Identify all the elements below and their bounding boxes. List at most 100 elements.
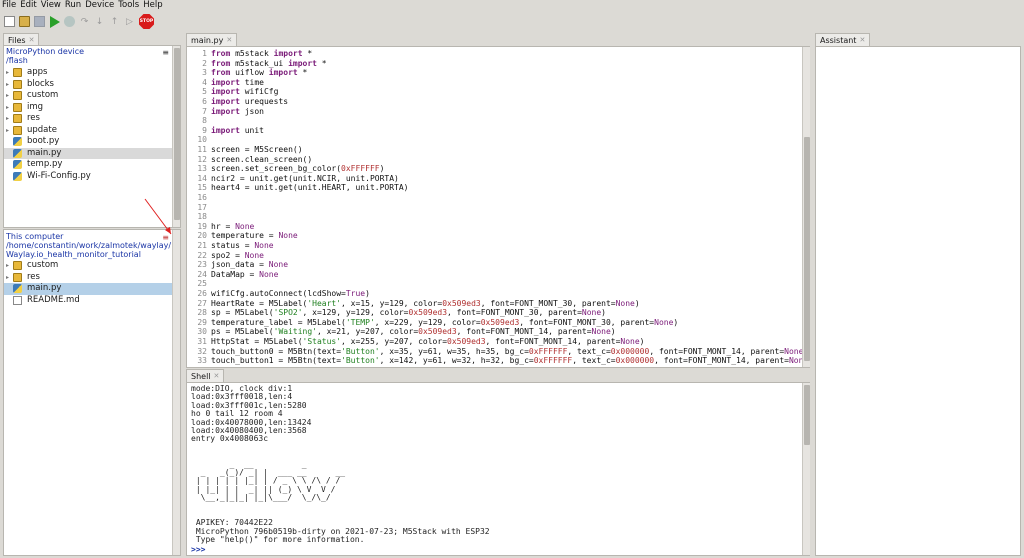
menu-help[interactable]: Help	[143, 0, 162, 11]
folder-icon	[13, 272, 22, 282]
folder-item[interactable]: ▸ custom	[4, 90, 172, 102]
code-line[interactable]: 29 temperature_label = M5Label('TEMP', x=…	[187, 318, 807, 328]
close-icon[interactable]: ✕	[226, 34, 232, 47]
code-line[interactable]: 21 status = None	[187, 241, 807, 251]
code-editor[interactable]: 1 from m5stack import * 2 from m5stack_ui i…	[186, 46, 810, 368]
expand-arrow-icon[interactable]: ▸	[6, 260, 12, 272]
scrollbar-thumb[interactable]	[804, 385, 810, 445]
step-out-icon[interactable]: ↑	[109, 16, 120, 27]
code-line[interactable]: 2 from m5stack_ui import *	[187, 59, 807, 69]
code-line[interactable]: 13 screen.set_screen_bg_color(0xFFFFFF)	[187, 164, 807, 174]
code-line[interactable]: 12 screen.clean_screen()	[187, 155, 807, 165]
file-item[interactable]: main.py	[4, 147, 172, 159]
tab-assistant-label: Assistant	[820, 35, 857, 45]
menu-file[interactable]: File	[2, 0, 16, 11]
menu-edit[interactable]: Edit	[20, 0, 36, 11]
code-line[interactable]: 17	[187, 203, 807, 213]
code-line[interactable]: 30 ps = M5Label('Waiting', x=21, y=207, c…	[187, 327, 807, 337]
editor-scrollbar[interactable]	[802, 47, 810, 367]
expand-arrow-icon[interactable]: ▸	[6, 125, 12, 137]
code-line[interactable]: 24 DataMap = None	[187, 270, 807, 280]
code-line[interactable]: 11 screen = M5Screen()	[187, 145, 807, 155]
code-line[interactable]: 32 touch_button0 = M5Btn(text='Button', x…	[187, 347, 808, 357]
item-label: boot.py	[27, 136, 60, 146]
line-number: 18	[197, 212, 207, 222]
code-line[interactable]: 15 heart4 = unit.get(unit.HEART, unit.POR…	[187, 183, 807, 193]
code-line[interactable]: 18	[187, 212, 807, 222]
folder-item[interactable]: ▸ res	[4, 272, 172, 284]
device-location-label[interactable]: MicroPython device	[6, 47, 172, 56]
code-line[interactable]: 34 touch_button2 = M5Btn(text='Button', x…	[187, 366, 809, 367]
code-line[interactable]: 5 import wifiCfg	[187, 87, 807, 97]
scrollbar-thumb[interactable]	[804, 137, 810, 361]
menu-view[interactable]: View	[41, 0, 61, 11]
scrollbar-thumb[interactable]	[174, 48, 180, 220]
device-path[interactable]: /flash	[6, 56, 172, 65]
code-line[interactable]: 31 HttpStat = M5Label('Status', x=255, y=…	[187, 337, 807, 347]
folder-item[interactable]: ▸ blocks	[4, 79, 172, 91]
tab-shell[interactable]: Shell ✕	[186, 369, 225, 383]
file-item[interactable]: boot.py	[4, 136, 172, 148]
file-item[interactable]: temp.py	[4, 159, 172, 171]
line-number: 26	[197, 289, 207, 298]
code-line[interactable]: 14 ncir2 = unit.get(unit.NCIR, unit.PORTA…	[187, 174, 807, 184]
code-line[interactable]: 4 import time	[187, 78, 807, 88]
expand-arrow-icon[interactable]: ▸	[6, 79, 12, 91]
code-line[interactable]: 3 from uiflow import *	[187, 68, 807, 78]
expand-arrow-icon[interactable]: ▸	[6, 272, 12, 284]
new-file-icon[interactable]	[4, 16, 15, 27]
expand-arrow-icon[interactable]: ▸	[6, 90, 12, 102]
expand-arrow-icon[interactable]: ▸	[6, 67, 12, 79]
code-line[interactable]: 6 import urequests	[187, 97, 807, 107]
code-line[interactable]: 9 import unit	[187, 126, 807, 136]
folder-item[interactable]: ▸ update	[4, 125, 172, 137]
code-line[interactable]: 33 touch_button1 = M5Btn(text='Button', x…	[187, 356, 809, 366]
folder-item[interactable]: ▸ apps	[4, 67, 172, 79]
computer-scrollbar[interactable]	[172, 230, 180, 555]
expand-arrow-icon[interactable]: ▸	[6, 102, 12, 114]
step-into-icon[interactable]: ↓	[94, 16, 105, 27]
code-line[interactable]: 1 from m5stack import *	[187, 49, 807, 59]
shell-scrollbar[interactable]	[802, 383, 810, 555]
file-item[interactable]: README.md	[4, 295, 172, 307]
code-text: spo2 = None	[211, 250, 264, 260]
computer-path-line1[interactable]: /home/constantin/work/zalmotek/waylay/	[6, 241, 172, 250]
folder-icon	[13, 125, 22, 135]
step-over-icon[interactable]: ↷	[79, 16, 90, 27]
code-line[interactable]: 20 temperature = None	[187, 231, 807, 241]
code-line[interactable]: 10	[187, 135, 807, 145]
code-line[interactable]: 16	[187, 193, 807, 203]
stop-icon[interactable]: STOP	[139, 14, 154, 29]
close-icon[interactable]: ✕	[859, 34, 865, 47]
folder-item[interactable]: ▸ custom	[4, 260, 172, 272]
tab-main-py[interactable]: main.py ✕	[186, 33, 238, 47]
expand-arrow-icon[interactable]: ▸	[6, 113, 12, 125]
code-line[interactable]: 8	[187, 116, 807, 126]
code-line[interactable]: 27 HeartRate = M5Label('Heart', x=15, y=1…	[187, 299, 807, 309]
tab-assistant[interactable]: Assistant ✕	[815, 33, 871, 47]
open-file-icon[interactable]	[19, 16, 30, 27]
shell-console[interactable]: mode:DIO, clock div:1 load:0x3fff0018,len…	[186, 382, 810, 556]
code-line[interactable]: 7 import json	[187, 107, 807, 117]
run-icon[interactable]	[49, 15, 60, 28]
save-file-icon[interactable]	[34, 16, 45, 27]
computer-path-line2[interactable]: Waylay.io_health_monitor_tutorial	[6, 250, 172, 259]
shell-prompt[interactable]: >>>	[191, 545, 205, 555]
debug-icon[interactable]	[64, 16, 75, 27]
code-line[interactable]: 25	[187, 279, 807, 289]
code-line[interactable]: 19 hr = None	[187, 222, 807, 232]
code-line[interactable]: 23 json_data = None	[187, 260, 807, 270]
resume-icon[interactable]: ▷	[124, 16, 135, 27]
code-line[interactable]: 28 sp = M5Label('SPO2', x=129, y=129, col…	[187, 308, 807, 318]
close-icon[interactable]: ✕	[214, 370, 220, 383]
hamburger-icon[interactable]: ≡	[162, 48, 169, 57]
code-line[interactable]: 26 wifiCfg.autoConnect(lcdShow=True)	[187, 289, 807, 299]
code-line[interactable]: 22 spo2 = None	[187, 251, 807, 261]
folder-item[interactable]: ▸ img	[4, 102, 172, 114]
menu-tools[interactable]: Tools	[118, 0, 139, 11]
menu-run[interactable]: Run	[65, 0, 81, 11]
folder-item[interactable]: ▸ res	[4, 113, 172, 125]
menu-device[interactable]: Device	[85, 0, 114, 11]
file-item[interactable]: main.py	[4, 283, 172, 295]
file-item[interactable]: Wi-Fi-Config.py	[4, 171, 172, 183]
